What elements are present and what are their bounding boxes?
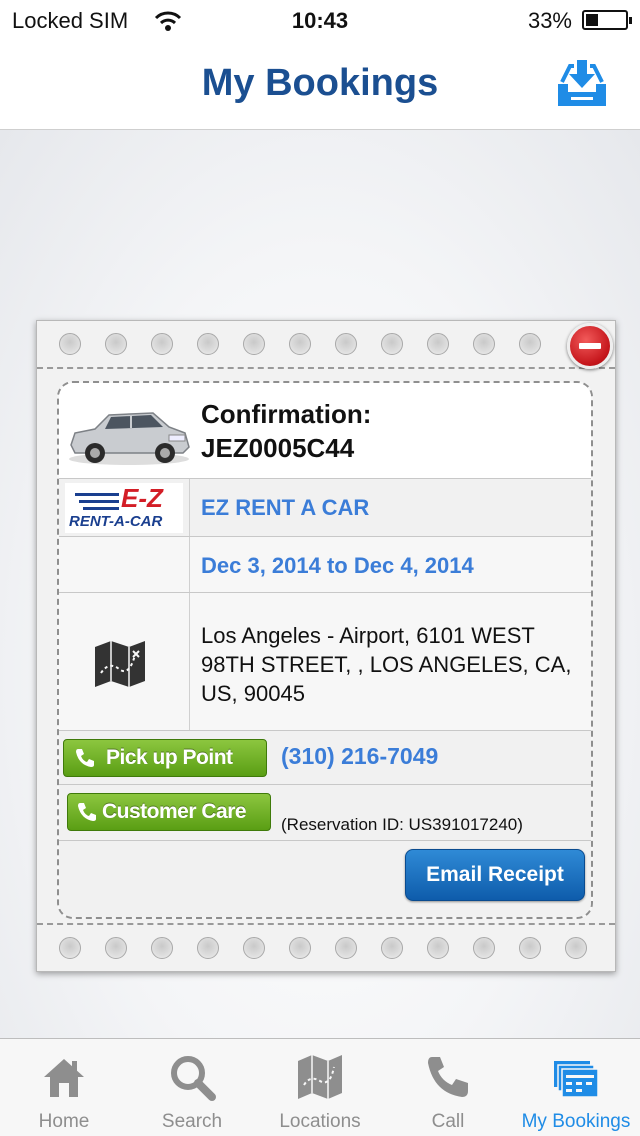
booking-card: Confirmation: JEZ0005C44 E-Z RENT-A-CAR … bbox=[36, 320, 616, 972]
reservation-id: (Reservation ID: US391017240) bbox=[281, 815, 523, 834]
punch-hole bbox=[289, 937, 311, 959]
address-row: Los Angeles - Airport, 6101 WEST 98TH ST… bbox=[59, 593, 591, 731]
navigation-bar: My Bookings bbox=[0, 40, 640, 130]
map-icon bbox=[298, 1055, 342, 1099]
punch-hole bbox=[105, 333, 127, 355]
divider bbox=[189, 479, 190, 536]
email-row: Email Receipt bbox=[59, 841, 591, 917]
tab-bar: Home Search Locations Call My Bookings bbox=[0, 1038, 640, 1136]
email-receipt-button[interactable]: Email Receipt bbox=[405, 849, 585, 901]
punch-hole bbox=[151, 937, 173, 959]
phone-icon bbox=[428, 1057, 468, 1097]
tab-call[interactable]: Call bbox=[384, 1039, 512, 1136]
punch-hole bbox=[289, 333, 311, 355]
tab-home[interactable]: Home bbox=[0, 1039, 128, 1136]
battery-icon bbox=[582, 10, 632, 30]
map-icon[interactable] bbox=[93, 641, 147, 687]
punch-hole bbox=[473, 937, 495, 959]
phone-icon bbox=[78, 803, 96, 821]
pickup-point-button[interactable]: Pick up Point bbox=[63, 739, 267, 777]
divider bbox=[189, 537, 190, 592]
tab-label: Home bbox=[38, 1111, 90, 1132]
car-image bbox=[69, 412, 190, 465]
pickup-address: Los Angeles - Airport, 6101 WEST 98TH ST… bbox=[201, 623, 572, 706]
punch-hole bbox=[105, 937, 127, 959]
pickup-phone-number[interactable]: (310) 216-7049 bbox=[281, 743, 438, 770]
logo-text-bottom: RENT-A-CAR bbox=[69, 513, 163, 530]
tab-my-bookings[interactable]: My Bookings bbox=[512, 1039, 640, 1136]
booking-details: Confirmation: JEZ0005C44 E-Z RENT-A-CAR … bbox=[57, 381, 593, 919]
divider bbox=[189, 593, 190, 730]
punch-hole bbox=[335, 333, 357, 355]
company-row: E-Z RENT-A-CAR EZ RENT A CAR bbox=[59, 479, 591, 537]
tab-label: Search bbox=[161, 1111, 223, 1132]
pickup-row: Pick up Point (310) 216-7049 bbox=[59, 731, 591, 785]
punch-hole bbox=[59, 333, 81, 355]
logo-stripe bbox=[75, 493, 119, 496]
customer-care-row: Customer Care (Reservation ID: US3910172… bbox=[59, 785, 591, 841]
card-perforation-top bbox=[37, 321, 615, 369]
tab-label: My Bookings bbox=[521, 1111, 631, 1132]
battery-percentage: 33% bbox=[527, 8, 572, 33]
tab-label: Locations bbox=[279, 1111, 361, 1132]
company-logo: E-Z RENT-A-CAR bbox=[65, 483, 183, 533]
punch-hole bbox=[243, 333, 265, 355]
status-bar: Locked SIM 10:43 33% bbox=[0, 0, 640, 40]
punch-hole bbox=[381, 333, 403, 355]
confirmation-row: Confirmation: JEZ0005C44 bbox=[59, 383, 591, 479]
tab-locations[interactable]: Locations bbox=[256, 1039, 384, 1136]
logo-stripe bbox=[79, 500, 119, 503]
punch-hole bbox=[243, 937, 265, 959]
search-icon bbox=[171, 1056, 216, 1101]
punch-hole bbox=[335, 937, 357, 959]
punch-hole bbox=[427, 937, 449, 959]
download-tray-icon[interactable] bbox=[556, 58, 608, 108]
logo-stripe bbox=[83, 507, 119, 510]
punch-hole bbox=[197, 937, 219, 959]
punch-hole bbox=[151, 333, 173, 355]
home-icon bbox=[44, 1059, 84, 1097]
company-name[interactable]: EZ RENT A CAR bbox=[201, 495, 369, 521]
confirmation-label: Confirmation: bbox=[201, 399, 372, 429]
punch-hole bbox=[381, 937, 403, 959]
tab-search[interactable]: Search bbox=[128, 1039, 256, 1136]
bookings-icon bbox=[554, 1061, 599, 1098]
tab-label: Call bbox=[431, 1111, 465, 1132]
punch-hole bbox=[519, 937, 541, 959]
phone-icon bbox=[76, 749, 94, 767]
card-perforation-bottom bbox=[37, 923, 615, 971]
customer-care-label: Customer Care bbox=[102, 800, 247, 823]
pickup-point-label: Pick up Point bbox=[106, 746, 233, 769]
rental-dates: Dec 3, 2014 to Dec 4, 2014 bbox=[201, 553, 474, 578]
punch-hole bbox=[565, 937, 587, 959]
punch-hole bbox=[519, 333, 541, 355]
dates-row: Dec 3, 2014 to Dec 4, 2014 bbox=[59, 537, 591, 593]
punch-hole bbox=[197, 333, 219, 355]
logo-text-top: E-Z bbox=[121, 483, 163, 513]
remove-booking-button[interactable] bbox=[567, 323, 613, 369]
punch-hole bbox=[427, 333, 449, 355]
punch-hole bbox=[473, 333, 495, 355]
customer-care-button[interactable]: Customer Care bbox=[67, 793, 271, 831]
confirmation-code: JEZ0005C44 bbox=[201, 433, 355, 463]
punch-hole bbox=[59, 937, 81, 959]
page-title: My Bookings bbox=[201, 62, 439, 104]
